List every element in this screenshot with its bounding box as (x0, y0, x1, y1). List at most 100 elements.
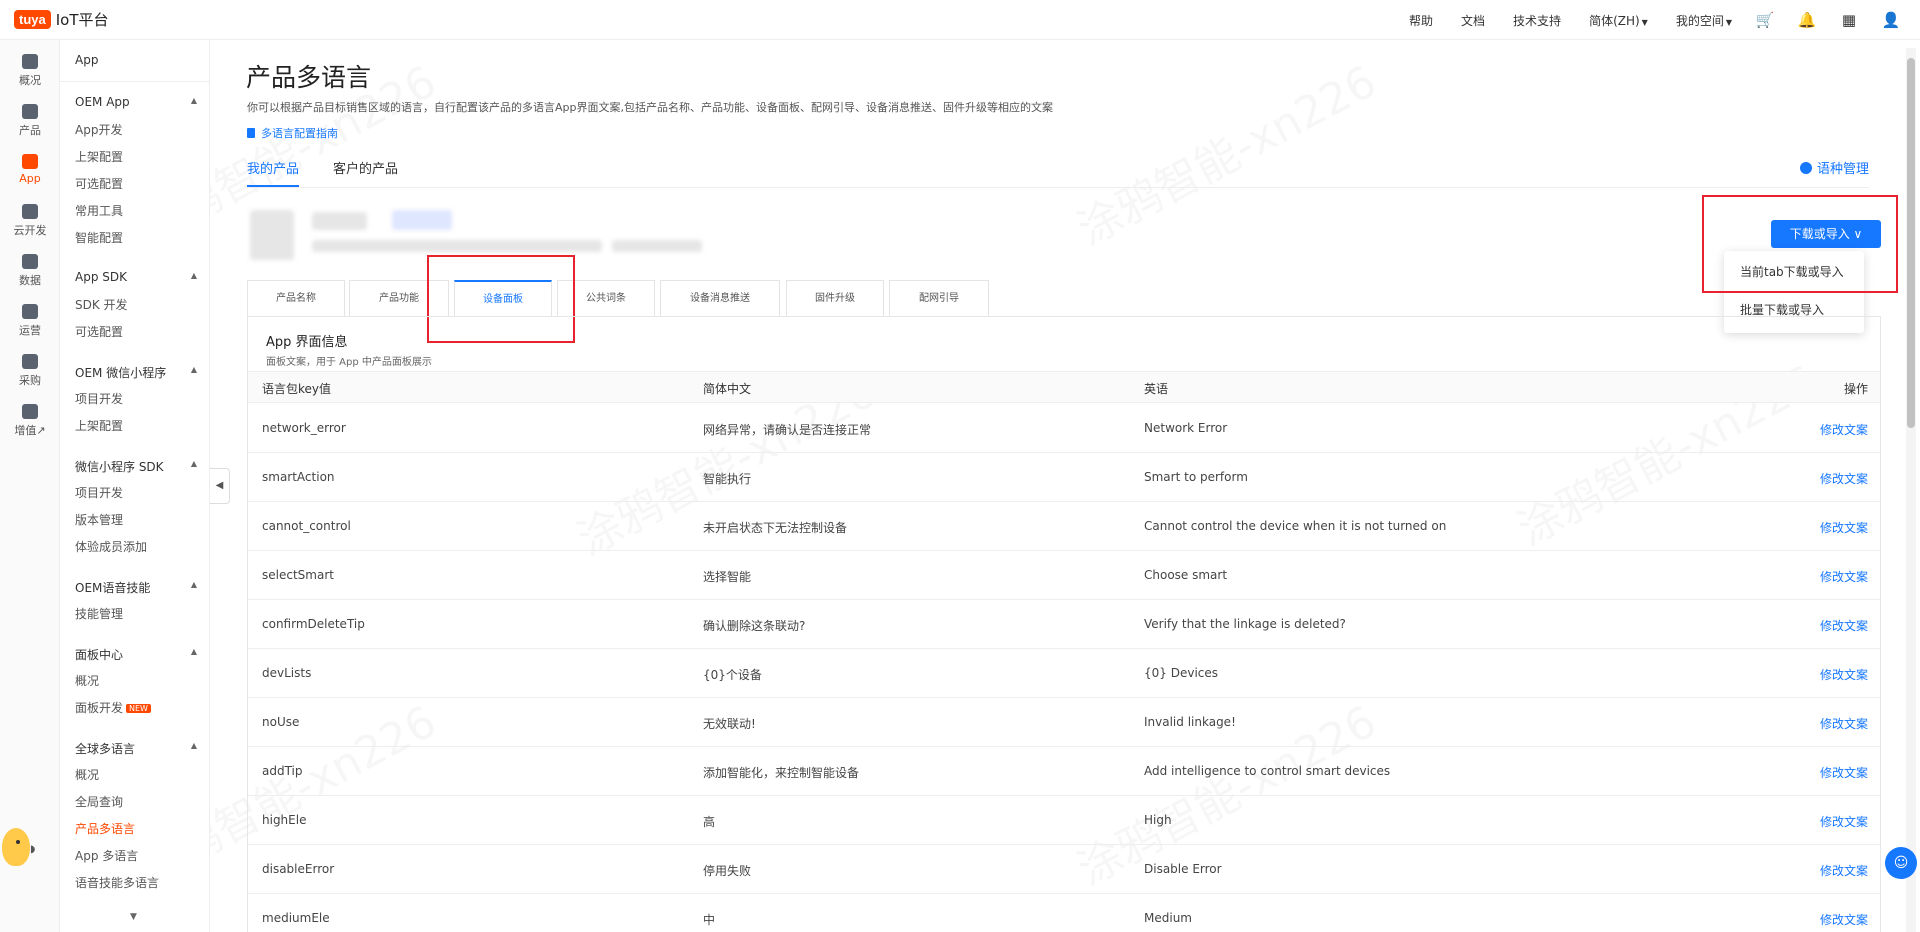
sidebar-item-sdk-dev[interactable]: SDK 开发 (75, 296, 128, 313)
docs-link[interactable]: 文档 (1461, 12, 1485, 29)
rail-item-data[interactable]: 数据 (0, 254, 60, 288)
top-bar: tuya IoT平台 帮助 文档 技术支持 简体(ZH) ▼ 我的空间 ▼ 🛒 🔔 … (0, 0, 1920, 40)
cell-zh: 中 (703, 913, 716, 927)
rail-label: 数据 (19, 274, 41, 287)
edit-text-link[interactable]: 修改文案 (1820, 813, 1868, 830)
chevron-down-icon: ▼ (1641, 17, 1648, 27)
sidebar-item-smart[interactable]: 智能配置 (75, 229, 123, 246)
sidebar-item-panel-dev[interactable]: 面板开发 NEW (75, 699, 151, 716)
sidebar-collapse-button[interactable]: ◀ (210, 468, 230, 504)
edit-text-link[interactable]: 修改文案 (1820, 666, 1868, 683)
sidebar-item-app-dev[interactable]: App开发 (75, 121, 122, 138)
sidebar-group-app-sdk[interactable]: App SDK ▲ (75, 270, 197, 284)
tab-firmware[interactable]: 固件升级 (786, 280, 884, 316)
rail-label: 增值↗ (14, 424, 46, 437)
cell-zh: 高 (703, 815, 716, 829)
group-label: 微信小程序 SDK (75, 460, 164, 474)
group-label: 面板中心 (75, 648, 124, 662)
tab-my-products[interactable]: 我的产品 (247, 158, 300, 187)
guide-link[interactable]: 多语言配置指南 (247, 125, 338, 141)
panel-title: App 界面信息 (266, 335, 348, 350)
sidebar-item-panel-overview[interactable]: 概况 (75, 672, 99, 689)
edit-text-link[interactable]: 修改文案 (1820, 568, 1868, 585)
caret-up-icon: ▲ (190, 365, 197, 374)
platform-name: IoT平台 (55, 11, 109, 29)
sidebar-group-i18n[interactable]: 全球多语言 ▲ (75, 740, 197, 757)
cell-en: Choose smart (1144, 568, 1228, 582)
rail-item-overview[interactable]: 概况 (0, 54, 60, 88)
cell-key: disableError (262, 862, 335, 876)
bell-icon[interactable]: 🔔 (1798, 11, 1817, 29)
globe-icon (1799, 162, 1812, 174)
sidebar-item-voice-i18n[interactable]: 语音技能多语言 (75, 874, 159, 891)
tab-customer-products[interactable]: 客户的产品 (333, 158, 398, 185)
lang-mgmt-label: 语种管理 (1816, 162, 1869, 177)
sidebar-item-tools[interactable]: 常用工具 (75, 202, 123, 219)
edit-text-link[interactable]: 修改文案 (1820, 862, 1868, 879)
panel-subtitle: 面板文案，用于 App 中产品面板展示 (266, 357, 432, 368)
rail-item-operations[interactable]: 运营 (0, 304, 60, 338)
table-row: noUse 无效联动! Invalid linkage! 修改文案 (248, 698, 1880, 747)
edit-text-link[interactable]: 修改文案 (1820, 911, 1868, 928)
group-label: OEM App (75, 95, 130, 109)
sidebar-item-product-i18n[interactable]: 产品多语言 (75, 820, 135, 837)
support-link[interactable]: 技术支持 (1513, 12, 1561, 29)
cart-icon[interactable]: 🛒 (1756, 11, 1775, 29)
operations-icon (22, 304, 38, 319)
sidebar-group-panel[interactable]: 面板中心 ▲ (75, 646, 197, 663)
sidebar-group-mini-sdk[interactable]: 微信小程序 SDK ▲ (75, 458, 197, 475)
edit-text-link[interactable]: 修改文案 (1820, 519, 1868, 536)
main-content: 产品多语言 你可以根据产品目标销售区域的语言，自行配置该产品的多语言App界面文… (232, 40, 1898, 932)
rail-item-product[interactable]: 产品 (0, 104, 60, 138)
tab-push-messages[interactable]: 设备消息推送 (660, 280, 780, 316)
cell-zh: 停用失败 (703, 864, 752, 878)
page-scrollbar-thumb[interactable] (1907, 58, 1915, 428)
tab-product-name[interactable]: 产品名称 (247, 280, 345, 316)
rail-item-value-added[interactable]: 增值↗ (0, 404, 60, 438)
edit-text-link[interactable]: 修改文案 (1820, 470, 1868, 487)
sidebar-item-sdk-optional[interactable]: 可选配置 (75, 323, 123, 340)
sidebar-item-listing[interactable]: 上架配置 (75, 148, 123, 165)
sidebar-item-members[interactable]: 体验成员添加 (75, 538, 147, 555)
chat-help-button[interactable]: ☺ (1885, 847, 1917, 879)
apps-grid-icon[interactable]: ▦ (1840, 11, 1858, 29)
sidebar-item-skills[interactable]: 技能管理 (75, 605, 123, 622)
sidebar-item-mini-project[interactable]: 项目开发 (75, 484, 123, 501)
scroll-down-icon[interactable]: ▼ (130, 912, 137, 922)
user-icon[interactable]: 👤 (1882, 11, 1901, 29)
sidebar-item-project-dev[interactable]: 项目开发 (75, 390, 123, 407)
sidebar-item-mini-listing[interactable]: 上架配置 (75, 417, 123, 434)
help-link[interactable]: 帮助 (1409, 12, 1433, 29)
cell-zh: 确认删除这条联动? (703, 619, 806, 633)
rail-item-cloud[interactable]: 云开发 (0, 204, 60, 238)
space-label: 我的空间 (1675, 13, 1724, 28)
logo[interactable]: tuya IoT平台 (14, 9, 109, 30)
tab-network-guide[interactable]: 配网引导 (889, 280, 989, 316)
item-label: 面板开发 (75, 701, 124, 715)
sidebar-group-oem-app[interactable]: OEM App ▲ (75, 95, 197, 109)
rail-item-purchase[interactable]: 采购 (0, 354, 60, 388)
cell-en: High (1144, 813, 1172, 827)
mascot-eye (16, 840, 20, 844)
space-select[interactable]: 我的空间 ▼ (1676, 12, 1732, 29)
home-icon (22, 54, 38, 69)
sidebar-item-optional[interactable]: 可选配置 (75, 175, 123, 192)
edit-text-link[interactable]: 修改文案 (1820, 764, 1868, 781)
rail-item-app[interactable]: App (0, 154, 60, 185)
edit-text-link[interactable]: 修改文案 (1820, 715, 1868, 732)
sidebar-item-version[interactable]: 版本管理 (75, 511, 123, 528)
sidebar-group-voice[interactable]: OEM语音技能 ▲ (75, 579, 197, 596)
rail-label: 采购 (19, 374, 41, 387)
page-description: 你可以根据产品目标销售区域的语言，自行配置该产品的多语言App界面文案,包括产品… (247, 101, 1053, 114)
language-select[interactable]: 简体(ZH) ▼ (1589, 12, 1648, 29)
sidebar-group-oem-mini[interactable]: OEM 微信小程序 ▲ (75, 364, 197, 381)
sidebar-item-global-query[interactable]: 全局查询 (75, 793, 123, 810)
language-management-link[interactable]: 语种管理 (1799, 158, 1869, 177)
cell-en: Add intelligence to control smart device… (1144, 764, 1391, 778)
sidebar-item-app-i18n[interactable]: App 多语言 (75, 847, 138, 864)
assistant-mascot[interactable] (2, 828, 30, 866)
edit-text-link[interactable]: 修改文案 (1820, 617, 1868, 634)
chevron-down-icon: ▼ (1725, 17, 1732, 27)
sidebar-item-i18n-overview[interactable]: 概况 (75, 766, 99, 783)
edit-text-link[interactable]: 修改文案 (1820, 421, 1868, 438)
